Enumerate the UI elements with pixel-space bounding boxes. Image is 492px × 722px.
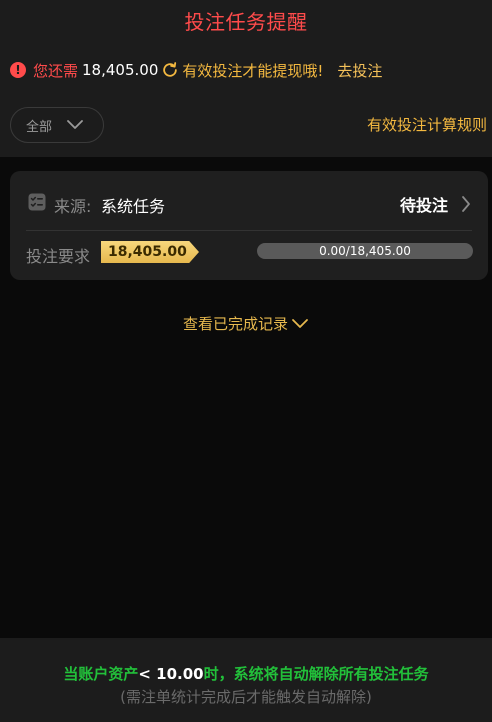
page-title: 投注任务提醒 <box>184 10 308 34</box>
refresh-icon[interactable] <box>161 61 179 79</box>
filter-selected: 全部 <box>26 119 53 135</box>
card-divider <box>26 230 472 231</box>
alert-icon: ! <box>10 62 26 78</box>
page: 投注任务提醒 ! 您还需 18,405.00 有效投注才能提现哦! 去投注 全部… <box>0 0 492 722</box>
header-panel: 投注任务提醒 ! 您还需 18,405.00 有效投注才能提现哦! 去投注 全部… <box>0 0 492 157</box>
progress-text: 0.00/18,405.00 <box>319 244 411 258</box>
auto-release-hint: (需注单统计完成后才能触发自动解除) <box>120 688 372 706</box>
history-link-label: 查看已完成记录 <box>182 315 288 333</box>
notice-message: 有效投注才能提现哦! <box>182 61 324 80</box>
view-completed-records[interactable]: 查看已完成记录 <box>0 313 492 334</box>
checklist-icon <box>28 193 46 211</box>
source-label: 来源: <box>54 197 92 216</box>
bet-rules-link[interactable]: 有效投注计算规则 <box>367 114 487 135</box>
footer-banner: 当账户资产< 10.00时，系统将自动解除所有投注任务 (需注单统计完成后才能触… <box>0 638 492 722</box>
notice-prefix: 您还需 <box>33 61 79 80</box>
source-value: 系统任务 <box>101 197 166 216</box>
footer-line1-a: 当账户资产 <box>63 665 139 683</box>
notice-amount: 18,405.00 <box>82 61 159 79</box>
task-card[interactable]: 来源: 系统任务 待投注 投注要求 18,405.00 0.00/18,405.… <box>10 171 488 280</box>
requirement-amount-badge: 18,405.00 <box>101 241 199 263</box>
filter-dropdown[interactable]: 全部 <box>10 107 104 143</box>
chevron-down-icon <box>292 318 308 328</box>
auto-release-notice: 当账户资产< 10.00时，系统将自动解除所有投注任务 <box>0 663 492 684</box>
footer-threshold: < 10.00 <box>138 665 204 683</box>
footer-line1-c: 时，系统将自动解除所有投注任务 <box>203 665 429 683</box>
withdraw-notice: ! 您还需 18,405.00 有效投注才能提现哦! 去投注 <box>10 60 382 80</box>
go-bet-link[interactable]: 去投注 <box>337 60 382 81</box>
chevron-right-icon[interactable] <box>461 195 471 213</box>
bet-progress-bar: 0.00/18,405.00 <box>257 243 473 259</box>
task-status: 待投注 <box>399 196 448 215</box>
chevron-down-icon <box>67 120 83 129</box>
requirement-label: 投注要求 <box>26 247 91 266</box>
